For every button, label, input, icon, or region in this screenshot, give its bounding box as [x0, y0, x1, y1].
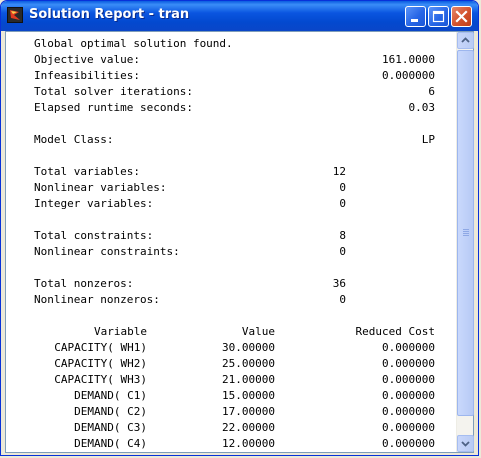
table-row: DEMAND( C2) 17.00000 0.000000 — [6, 404, 457, 420]
variable-name: CAPACITY( WH2) — [54, 357, 147, 370]
variables-value: 0 — [339, 181, 346, 194]
variable-reduced-cost: 0.000000 — [382, 405, 435, 418]
header-variable: Variable — [94, 325, 147, 338]
nonzeros-row: Nonlinear nonzeros: 0 — [6, 292, 457, 308]
nonzeros-row: Total nonzeros: 36 — [6, 276, 457, 292]
model-class-label: Model Class: — [34, 133, 114, 146]
variables-row: Nonlinear variables: 0 — [6, 180, 457, 196]
summary-row: Total solver iterations: 6 — [6, 84, 457, 100]
summary-row: Infeasibilities: 0.000000 — [6, 68, 457, 84]
constraints-row: Nonlinear constraints: 0 — [6, 244, 457, 260]
lingo-app-icon[interactable] — [7, 7, 23, 23]
scrollbar-thumb[interactable] — [457, 50, 474, 416]
variables-value: 12 — [332, 165, 346, 178]
variables-row: Total variables: 12 — [6, 164, 457, 180]
variable-value: 25.00000 — [222, 357, 275, 370]
maximize-button[interactable] — [428, 6, 449, 27]
variable-reduced-cost: 0.000000 — [382, 421, 435, 434]
summary-row: Objective value: 161.0000 — [6, 52, 457, 68]
variables-label: Integer variables: — [34, 197, 154, 210]
table-row: CAPACITY( WH2) 25.00000 0.000000 — [6, 356, 457, 372]
variables-value: 0 — [339, 197, 346, 210]
variable-name: CAPACITY( WH3) — [54, 373, 147, 386]
variable-name: DEMAND( C1) — [74, 389, 147, 402]
title-bar[interactable]: Solution Report - tran — [1, 1, 478, 31]
thumb-grip — [463, 235, 469, 236]
nonzeros-label: Nonlinear nonzeros: — [34, 293, 160, 306]
variable-name: DEMAND( C3) — [74, 421, 147, 434]
scroll-up-button[interactable] — [457, 32, 474, 49]
table-row: DEMAND( C1) 15.00000 0.000000 — [6, 388, 457, 404]
vertical-scrollbar[interactable] — [456, 32, 474, 452]
constraints-label: Total constraints: — [34, 229, 154, 242]
solution-report-window: Solution Report - tran Global optimal so… — [0, 0, 479, 456]
report-text-area[interactable]: Global optimal solution found. Objective… — [5, 31, 474, 453]
variables-label: Nonlinear variables: — [34, 181, 167, 194]
variable-reduced-cost: 0.000000 — [382, 341, 435, 354]
summary-value: 0.03 — [408, 101, 436, 114]
table-row: CAPACITY( WH1) 30.00000 0.000000 — [6, 340, 457, 356]
variable-reduced-cost: 0.000000 — [382, 357, 435, 370]
variable-value: 21.00000 — [222, 373, 275, 386]
variables-row: Integer variables: 0 — [6, 196, 457, 212]
variable-reduced-cost: 0.000000 — [382, 373, 435, 386]
variable-value: 15.00000 — [222, 389, 275, 402]
constraints-row: Total constraints: 8 — [6, 228, 457, 244]
variables-label: Total variables: — [34, 165, 140, 178]
nonzeros-value: 36 — [332, 277, 346, 290]
constraints-label: Nonlinear constraints: — [34, 245, 180, 258]
window-title: Solution Report - tran — [29, 7, 190, 22]
table-row: DEMAND( C4) 12.00000 0.000000 — [6, 436, 457, 452]
minimize-icon — [411, 19, 418, 22]
model-class-value: LP — [421, 133, 435, 146]
summary-label: Infeasibilities: — [34, 69, 140, 82]
thumb-grip — [463, 233, 469, 234]
nonzeros-value: 0 — [339, 293, 346, 306]
scroll-up-arrow-icon — [461, 37, 470, 43]
close-button[interactable] — [451, 6, 472, 27]
variable-reduced-cost: 0.000000 — [382, 437, 435, 450]
scroll-down-button[interactable] — [457, 435, 474, 452]
variable-reduced-cost: 0.000000 — [382, 389, 435, 402]
status-line: Global optimal solution found. — [6, 36, 457, 52]
variable-value: 17.00000 — [222, 405, 275, 418]
scroll-down-arrow-icon — [461, 441, 470, 447]
model-class-row: Model Class: LP — [6, 132, 457, 148]
variable-value: 12.00000 — [222, 437, 275, 450]
nonzeros-label: Total nonzeros: — [34, 277, 134, 290]
variable-value: 22.00000 — [222, 421, 275, 434]
summary-label: Elapsed runtime seconds: — [34, 101, 193, 114]
constraints-value: 0 — [339, 245, 346, 258]
constraints-value: 8 — [339, 229, 346, 242]
status-text: Global optimal solution found. — [34, 37, 233, 50]
variable-name: DEMAND( C4) — [74, 437, 147, 450]
summary-row: Elapsed runtime seconds: 0.03 — [6, 100, 457, 116]
variable-name: CAPACITY( WH1) — [54, 341, 147, 354]
table-row: CAPACITY( WH3) 21.00000 0.000000 — [6, 372, 457, 388]
variable-name: DEMAND( C2) — [74, 405, 147, 418]
summary-value: 0.000000 — [382, 69, 435, 82]
summary-value: 161.0000 — [382, 53, 435, 66]
summary-label: Objective value: — [34, 53, 140, 66]
header-value: Value — [241, 325, 275, 338]
table-row: DEMAND( C3) 22.00000 0.000000 — [6, 420, 457, 436]
close-icon — [455, 10, 468, 23]
minimize-button[interactable] — [405, 6, 426, 27]
variable-value: 30.00000 — [222, 341, 275, 354]
report-content: Global optimal solution found. Objective… — [6, 32, 457, 452]
summary-value: 6 — [428, 85, 435, 98]
thumb-grip — [463, 229, 469, 230]
thumb-grip — [463, 231, 469, 232]
header-reduced-cost: Reduced Cost — [355, 325, 435, 338]
maximize-icon — [432, 10, 445, 23]
table-header: Variable Value Reduced Cost — [6, 324, 457, 340]
summary-label: Total solver iterations: — [34, 85, 193, 98]
